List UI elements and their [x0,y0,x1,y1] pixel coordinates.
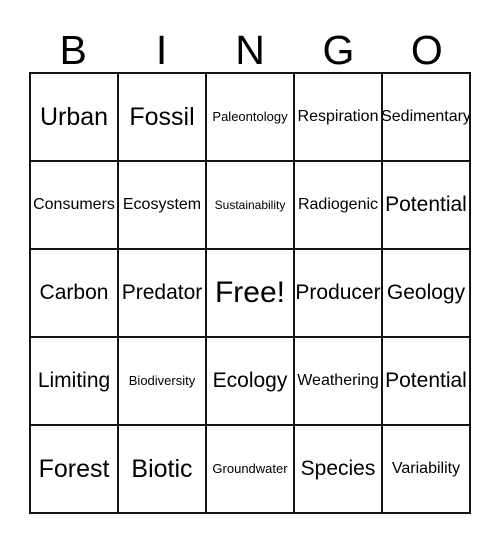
bingo-cell-label: Respiration [297,107,379,125]
bingo-cell-label: Potential [385,192,467,216]
bingo-cell-label: Ecology [212,368,288,392]
bingo-cell[interactable]: Variability [383,426,471,514]
bingo-cell[interactable]: Weathering [295,338,383,426]
bingo-cell[interactable]: Predator [119,250,207,338]
bingo-cell-label: Producer [295,280,381,304]
bingo-cell-label: Radiogenic [297,195,379,213]
bingo-cell[interactable]: Consumers [31,162,119,250]
bingo-cell-label: Carbon [39,280,109,304]
bingo-cell-label: Ecosystem [122,195,202,213]
bingo-header-n: N [206,16,294,72]
bingo-header-i: I [117,16,205,72]
bingo-header-o: O [383,16,471,72]
bingo-cell-label: Paleontology [212,109,288,125]
bingo-cell[interactable]: Potential [383,162,471,250]
bingo-cell[interactable]: Groundwater [207,426,295,514]
bingo-cell[interactable]: Fossil [119,74,207,162]
bingo-cell[interactable]: Sustainability [207,162,295,250]
bingo-cell[interactable]: Paleontology [207,74,295,162]
bingo-grid: Urban Fossil Paleontology Respiration Se… [29,72,471,514]
bingo-cell-label: Consumers [33,195,115,213]
bingo-header-letter: G [322,26,355,73]
bingo-cell[interactable]: Urban [31,74,119,162]
bingo-cell-label: Sustainability [214,197,286,212]
bingo-cell-label: Groundwater [212,461,288,477]
bingo-header-letter: I [155,26,168,73]
bingo-header-b: B [29,16,117,72]
bingo-cell-label: Predator [121,280,203,304]
bingo-cell-label: Biodiversity [128,373,196,389]
bingo-cell-label: Weathering [297,371,379,389]
bingo-cell[interactable]: Biotic [119,426,207,514]
bingo-cell-label: Fossil [129,102,195,131]
bingo-cell[interactable]: Limiting [31,338,119,426]
bingo-cell[interactable]: Geology [383,250,471,338]
bingo-cell-label: Species [300,456,376,480]
bingo-cell-label: Sedimentary [383,107,471,125]
bingo-cell-label: Potential [385,368,467,392]
bingo-cell-label: Geology [386,280,466,304]
bingo-header-row: B I N G O [29,16,471,72]
bingo-free-cell[interactable]: Free! [207,250,295,338]
bingo-cell[interactable]: Potential [383,338,471,426]
bingo-header-g: G [294,16,382,72]
bingo-cell-label: Biotic [131,454,193,483]
bingo-free-label: Free! [214,276,286,310]
bingo-cell[interactable]: Biodiversity [119,338,207,426]
bingo-cell-label: Urban [39,102,109,131]
bingo-header-letter: B [59,26,87,73]
bingo-cell[interactable]: Ecology [207,338,295,426]
bingo-cell-label: Variability [391,459,461,477]
bingo-cell[interactable]: Respiration [295,74,383,162]
bingo-cell[interactable]: Sedimentary [383,74,471,162]
bingo-header-letter: N [235,26,265,73]
bingo-cell-label: Limiting [37,368,111,392]
bingo-cell[interactable]: Producer [295,250,383,338]
bingo-card: B I N G O Urban Fossil Paleontology Resp… [0,0,500,544]
bingo-cell[interactable]: Forest [31,426,119,514]
bingo-cell-label: Forest [38,454,110,483]
bingo-cell[interactable]: Ecosystem [119,162,207,250]
bingo-cell[interactable]: Radiogenic [295,162,383,250]
bingo-cell[interactable]: Carbon [31,250,119,338]
bingo-header-letter: O [410,26,443,73]
bingo-cell[interactable]: Species [295,426,383,514]
